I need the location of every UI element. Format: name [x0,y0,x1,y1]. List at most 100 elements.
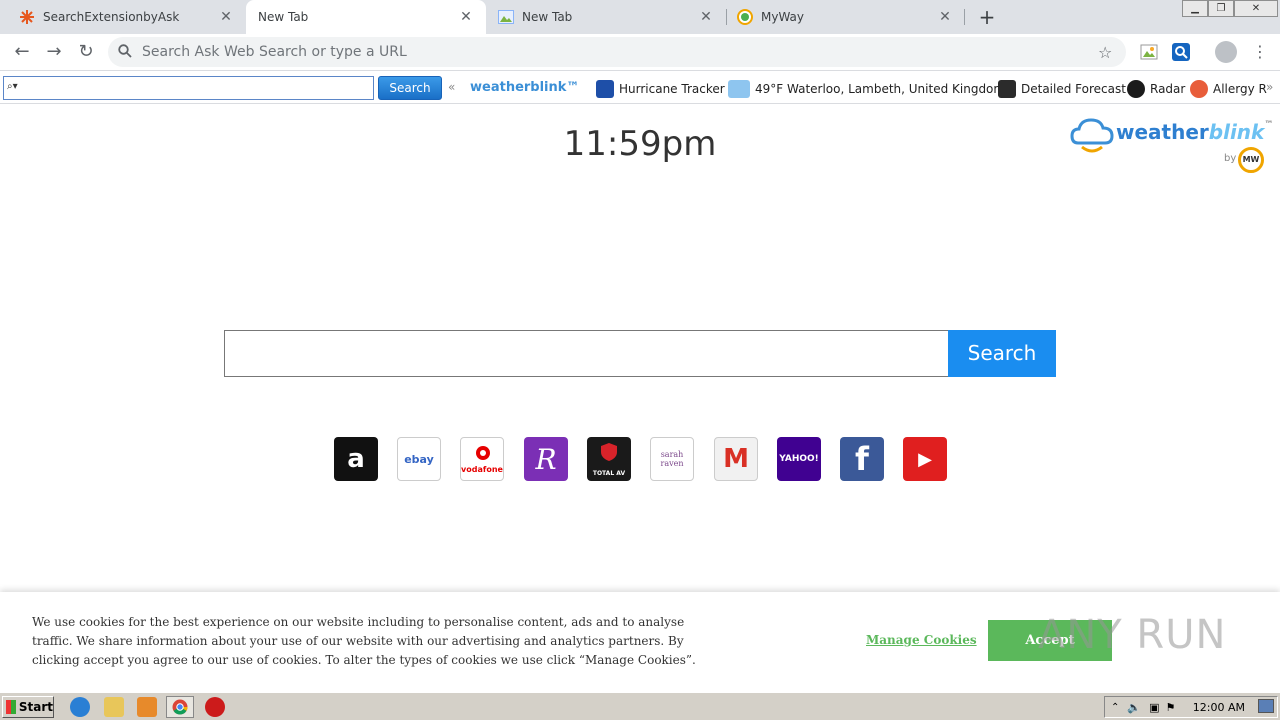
forward-arrow-icon[interactable]: → [42,40,66,64]
browser-toolbar: ← → ↻ Search Ask Web Search or type a UR… [0,34,1280,70]
stop-icon[interactable] [205,697,225,717]
tile-label: YAHOO! [779,454,819,464]
reload-icon[interactable]: ↻ [74,40,98,64]
ebay-tile-icon[interactable]: ebay [397,437,441,481]
tile-label: M [723,444,749,474]
allergy-icon [1190,80,1208,98]
link-label: Allergy R [1213,82,1267,96]
hurricane-icon [596,80,614,98]
weather-cloud-icon [728,80,750,98]
vodafone-tile-icon[interactable]: vodafone [460,437,504,481]
image-extension-icon[interactable] [1140,43,1158,61]
volume-icon[interactable]: 🔈 [1127,701,1141,714]
chrome-icon [172,699,188,715]
collapse-chevron-icon[interactable]: « [448,80,455,94]
toolbar-link-radar[interactable]: Radar [1127,80,1185,98]
main-search-input[interactable] [224,330,949,377]
amazon-tile-icon[interactable]: a [334,437,378,481]
tile-label: a [347,444,365,474]
logo-trademark: ™ [1264,120,1274,130]
manage-cookies-link[interactable]: Manage Cookies [866,633,977,647]
link-label: Detailed Forecast [1021,82,1126,96]
radar-icon [1127,80,1145,98]
more-chevron-icon[interactable]: » [1266,80,1273,94]
tile-label: sarah raven [660,450,684,468]
internet-explorer-icon[interactable] [70,697,90,717]
link-label: Radar [1150,82,1186,96]
ask-toolbar: ⌕▾ Search « weatherblink™ Hurricane Trac… [0,70,1280,104]
image-favicon-icon [498,9,514,25]
ask-toolbar-search-input[interactable]: ⌕▾ [3,76,374,100]
system-tray: ⌃ 🔈 ▣ ⚑ 12:00 AM [1104,696,1278,718]
myway-favicon-icon [737,9,753,25]
toolbar-link-hurricane[interactable]: Hurricane Tracker [596,80,725,98]
taskbar-clock[interactable]: 12:00 AM [1193,701,1245,714]
link-label: 49°F Waterloo, Lambeth, United Kingdom [755,82,1006,96]
start-button[interactable]: Start [2,696,54,718]
toolbar-link-forecast[interactable]: Detailed Forecast [998,80,1126,98]
chrome-taskbar-button[interactable] [166,696,194,718]
close-icon[interactable]: ✕ [218,9,234,25]
profile-avatar-icon[interactable] [1215,41,1237,63]
tile-label: ▶ [918,448,932,470]
minimize-button[interactable]: ▁ [1182,0,1208,17]
close-icon[interactable]: ✕ [698,9,714,25]
yahoo-tile-icon[interactable]: YAHOO! [777,437,821,481]
tab-new-tab[interactable]: New Tab ✕ [486,0,726,34]
show-desktop-icon[interactable] [1258,699,1274,713]
tab-strip: SearchExtensionbyAsk ✕ New Tab ✕ New Tab… [0,0,1280,34]
vodafone-drop-icon [476,446,490,460]
cookie-text: We use cookies for the best experience o… [32,615,696,667]
window-controls: ▁ ❐ ✕ [1182,0,1278,18]
tray-expand-icon[interactable]: ⌃ [1111,702,1119,713]
facebook-tile-icon[interactable]: f [840,437,884,481]
ask-toolbar-search-button[interactable]: Search [378,76,442,100]
gmail-tile-icon[interactable]: M [714,437,758,481]
close-icon[interactable]: ✕ [937,9,953,25]
main-search-button[interactable]: Search [948,330,1056,377]
toolbar-link-weather[interactable]: 49°F Waterloo, Lambeth, United Kingdom [728,80,1005,98]
clock: 11:59pm [563,124,717,164]
tab-title: SearchExtensionbyAsk [43,10,180,24]
tab-searchextensionbyask[interactable]: SearchExtensionbyAsk ✕ [0,0,246,34]
omnibox[interactable]: Search Ask Web Search or type a URL ☆ [108,37,1126,67]
media-player-icon[interactable] [137,697,157,717]
bookmark-star-icon[interactable]: ☆ [1098,43,1116,62]
mw-logo: MW [1238,147,1264,173]
close-icon[interactable]: ✕ [458,9,474,25]
forecast-icon [998,80,1016,98]
weatherblink-wordmark: weatherblink™ [1116,120,1273,144]
new-tab-button[interactable]: + [976,6,998,28]
weatherblink-cloud-icon [1070,118,1114,153]
weatherblink-logo[interactable]: weatherblink™ [470,80,579,95]
flag-icon[interactable]: ⚑ [1166,701,1176,714]
anyrun-watermark: ANY RUN [1038,612,1227,658]
tab-myway[interactable]: MyWay ✕ [727,0,965,34]
sarah-raven-tile-icon[interactable]: sarah raven [650,437,694,481]
ask-favicon-icon [19,9,35,25]
tile-label: R [535,442,557,476]
back-arrow-icon[interactable]: ← [10,40,34,64]
windows-flag-icon [6,700,16,714]
restore-button[interactable]: ❐ [1208,0,1234,17]
start-label: Start [18,700,53,714]
totalav-tile-icon[interactable]: TOTAL AV [587,437,631,481]
logo-word-blink: blink [1208,120,1265,144]
search-dropdown-icon[interactable]: ⌕▾ [7,81,18,92]
shield-icon [601,443,617,461]
network-icon[interactable]: ▣ [1149,701,1159,714]
main-search: Search [224,330,1056,377]
tile-label: f [855,440,869,478]
tile-label: vodafone [461,465,503,474]
r-tile-icon[interactable]: R [524,437,568,481]
file-explorer-icon[interactable] [104,697,124,717]
youtube-tile-icon[interactable]: ▶ [903,437,947,481]
search-extension-icon[interactable] [1172,43,1190,61]
tab-new-tab-active[interactable]: New Tab ✕ [246,0,486,34]
tab-title: MyWay [761,10,805,24]
tab-separator [964,9,965,25]
tile-label: TOTAL AV [592,470,626,477]
kebab-menu-icon[interactable]: ⋮ [1252,42,1268,62]
toolbar-link-allergy[interactable]: Allergy R [1190,80,1267,98]
close-window-button[interactable]: ✕ [1234,0,1278,17]
